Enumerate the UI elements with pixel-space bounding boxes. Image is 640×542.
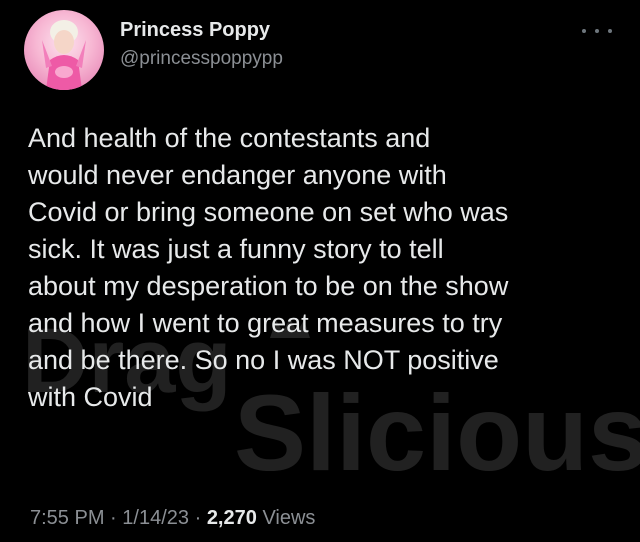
views-label: Views: [262, 507, 316, 529]
meta-separator: ·: [110, 507, 117, 529]
tweet-meta: 7:55 PM · 1/14/23 · 2,270 Views: [30, 507, 315, 530]
tweet: Princess Poppy @princesspoppypp Drag Sli…: [0, 0, 640, 542]
views-count[interactable]: 2,270: [207, 507, 257, 529]
tweet-text: And health of the contestants and would …: [28, 123, 509, 412]
tweet-time[interactable]: 7:55 PM: [30, 507, 104, 529]
more-dot: [608, 29, 612, 33]
meta-separator: ·: [194, 507, 202, 529]
tweet-date[interactable]: 1/14/23: [122, 507, 189, 529]
author-name[interactable]: Princess Poppy: [120, 19, 270, 42]
avatar-image: [42, 20, 86, 90]
more-dot: [595, 29, 599, 33]
more-icon[interactable]: [582, 24, 612, 38]
more-dot: [582, 29, 586, 33]
author-handle[interactable]: @princesspoppypp: [120, 48, 283, 70]
avatar[interactable]: [24, 10, 104, 90]
